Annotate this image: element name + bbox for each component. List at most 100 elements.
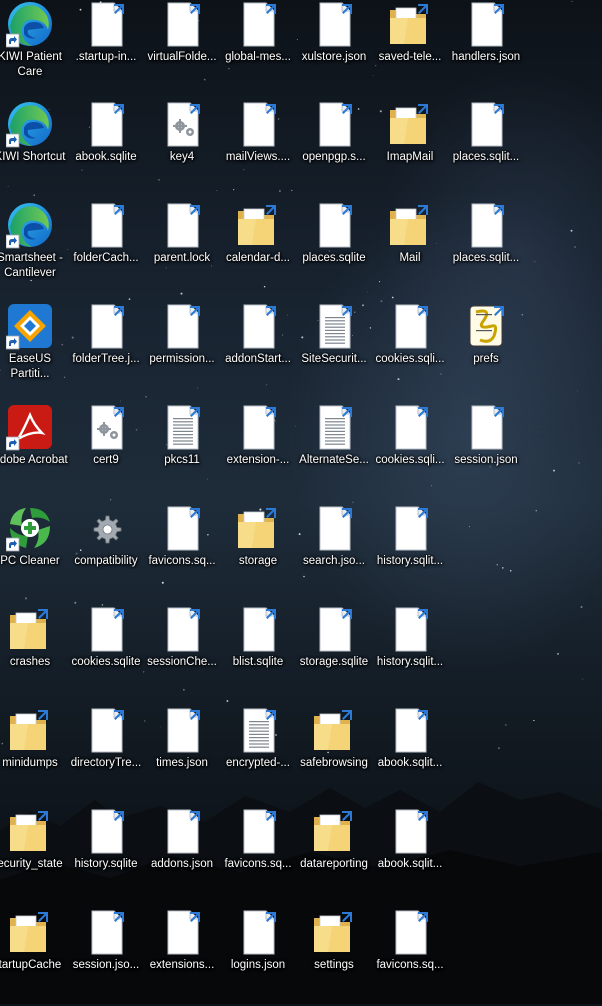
settings-file-icon [158,100,206,148]
desktop-icon[interactable]: cookies.sqli... [372,403,448,501]
desktop-icon[interactable]: settings [296,908,372,1006]
desktop-icon[interactable]: xulstore.json [296,0,372,98]
folder-icon [6,908,54,956]
desktop-icon-label: folderTree.j... [72,353,140,365]
desktop-icon[interactable]: favicons.sq... [372,908,448,1006]
desktop-icon[interactable]: parent.lock [144,201,220,299]
desktop-icon[interactable]: places.sqlit... [448,201,524,299]
desktop-icon[interactable]: openpgp.s... [296,100,372,198]
desktop-icon-label: prefs [473,353,499,365]
desktop-icon[interactable]: history.sqlit... [372,504,448,602]
file-icon [82,908,130,956]
desktop-icon[interactable]: pkcs11 [144,403,220,501]
desktop-icon[interactable]: Mail [372,201,448,299]
desktop-icon[interactable]: tartupCache [0,908,68,1006]
desktop-icon-label: settings [314,959,354,971]
desktop-icon[interactable]: session.json [448,403,524,501]
file-icon [310,605,358,653]
desktop-icon[interactable]: saved-tele... [372,0,448,98]
desktop-icon[interactable]: virtualFolde... [144,0,220,98]
desktop-icon-label: KIWI Patient Care [0,51,62,78]
desktop-icon[interactable]: mailViews.... [220,100,296,198]
edge-icon [6,0,54,48]
desktop-icon[interactable]: history.sqlit... [372,605,448,703]
desktop-icon[interactable]: key4 [144,100,220,198]
desktop-icon[interactable]: global-mes... [220,0,296,98]
desktop[interactable]: KIWI Patient Care KIWI Shortcut Smartshe… [0,0,602,1004]
desktop-icon[interactable]: extension-... [220,403,296,501]
desktop-icon[interactable]: datareporting [296,807,372,905]
folder-icon [6,706,54,754]
pc-cleaner-icon [6,504,54,552]
desktop-icon[interactable]: times.json [144,706,220,804]
desktop-icon[interactable]: search.jso... [296,504,372,602]
desktop-icon[interactable]: logins.json [220,908,296,1006]
desktop-icon[interactable]: addons.json [144,807,220,905]
desktop-icon[interactable]: abook.sqlit... [372,807,448,905]
desktop-icon[interactable]: sessionChe... [144,605,220,703]
desktop-icon[interactable]: favicons.sq... [144,504,220,602]
desktop-icon-label: favicons.sq... [148,555,216,567]
desktop-icon[interactable]: folderCach... [68,201,144,299]
file-icon [82,201,130,249]
desktop-icon[interactable]: addonStart... [220,302,296,400]
desktop-icon-label: calendar-d... [226,252,290,264]
desktop-icon[interactable]: EaseUS Partiti... [0,302,68,400]
desktop-icon-label: SiteSecurit... [301,353,367,365]
acrobat-icon [6,403,54,451]
desktop-icon[interactable]: encrypted-... [220,706,296,804]
desktop-icon[interactable]: calendar-d... [220,201,296,299]
file-icon [386,504,434,552]
file-icon [234,908,282,956]
desktop-icon-label: ecurity_state [0,858,63,870]
desktop-icon[interactable]: storage [220,504,296,602]
desktop-icon[interactable]: places.sqlite [296,201,372,299]
desktop-icon[interactable]: cookies.sqli... [372,302,448,400]
desktop-icon[interactable]: directoryTre... [68,706,144,804]
desktop-icon[interactable]: PC Cleaner [0,504,68,602]
desktop-icon[interactable]: handlers.json [448,0,524,98]
folder-icon [234,201,282,249]
desktop-icon-label: search.jso... [303,555,365,567]
desktop-icon[interactable]: abook.sqlit... [372,706,448,804]
desktop-icon[interactable]: favicons.sq... [220,807,296,905]
desktop-icon[interactable]: compatibility [68,504,144,602]
desktop-icon[interactable]: prefs [448,302,524,400]
file-icon [234,302,282,350]
desktop-icon[interactable]: folderTree.j... [68,302,144,400]
file-icon [310,201,358,249]
desktop-icon-label: places.sqlite [302,252,366,264]
desktop-icon[interactable]: crashes [0,605,68,703]
desktop-icon[interactable]: history.sqlite [68,807,144,905]
desktop-icon[interactable]: AlternateSe... [296,403,372,501]
desktop-icon[interactable]: cert9 [68,403,144,501]
file-icon [82,807,130,855]
desktop-icon-label: compatibility [74,555,138,567]
desktop-icon-label: abook.sqlit... [377,757,443,769]
desktop-icon[interactable]: minidumps [0,706,68,804]
desktop-icon[interactable]: permission... [144,302,220,400]
desktop-icon[interactable]: cookies.sqlite [68,605,144,703]
desktop-icon[interactable]: storage.sqlite [296,605,372,703]
file-icon [386,908,434,956]
desktop-icon[interactable]: KIWI Patient Care [0,0,68,98]
desktop-icon[interactable]: blist.sqlite [220,605,296,703]
desktop-icon[interactable]: session.jso... [68,908,144,1006]
desktop-icon[interactable]: SiteSecurit... [296,302,372,400]
desktop-icon-label: minidumps [2,757,58,769]
file-icon [310,0,358,48]
desktop-icon[interactable]: Smartsheet - Cantilever [0,201,68,299]
file-icon [82,0,130,48]
desktop-icon[interactable]: extensions... [144,908,220,1006]
desktop-icon[interactable]: ecurity_state [0,807,68,905]
desktop-icon[interactable]: abook.sqlite [68,100,144,198]
desktop-icon[interactable]: Adobe Acrobat [0,403,68,501]
desktop-icon[interactable]: places.sqlit... [448,100,524,198]
desktop-icon-label: sessionChe... [147,656,217,668]
desktop-icon[interactable]: .startup-in... [68,0,144,98]
desktop-icon-label: session.jso... [72,959,140,971]
desktop-icon[interactable]: ImapMail [372,100,448,198]
desktop-icon[interactable]: safebrowsing [296,706,372,804]
file-icon [386,302,434,350]
desktop-icon[interactable]: KIWI Shortcut [0,100,68,198]
